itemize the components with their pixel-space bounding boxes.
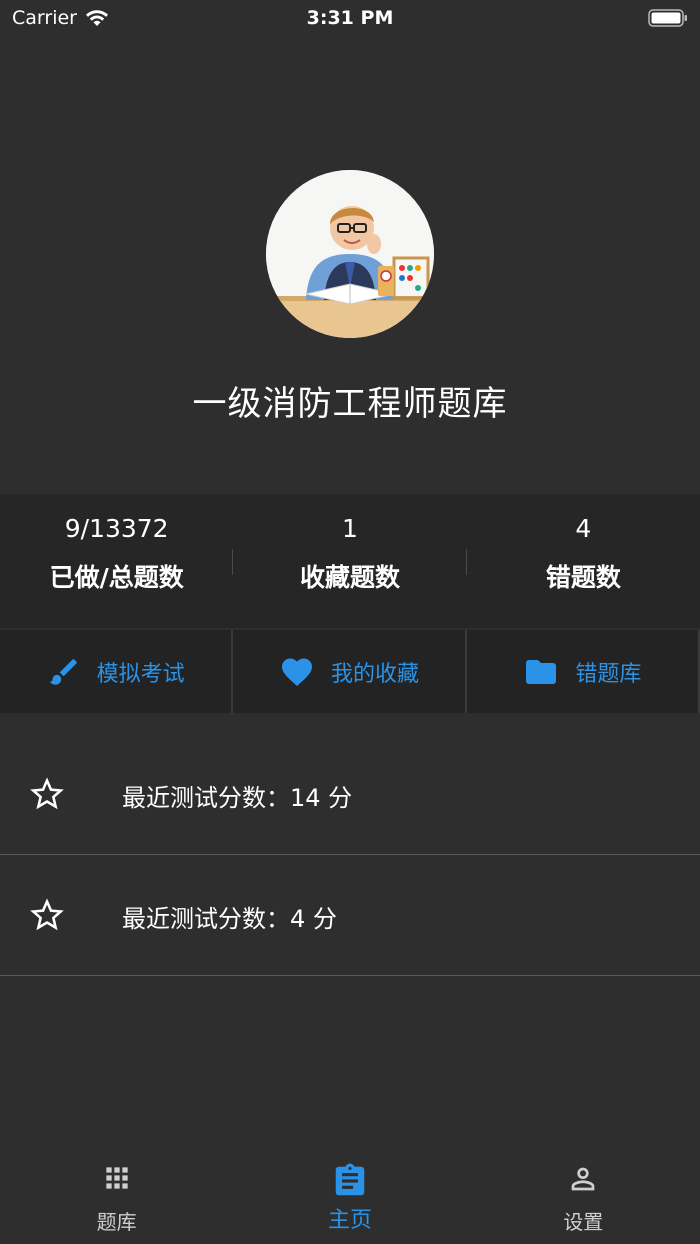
status-bar: Carrier 3:31 PM [0,0,700,40]
app-title: 一级消防工程师题库 [192,384,508,424]
recent-scores-list: 最近测试分数：14 分 最近测试分数：4 分 [0,734,700,976]
stat-wrong[interactable]: 4 错题数 [467,494,700,628]
grid-icon [105,1167,128,1189]
score-text: 最近测试分数：4 分 [122,905,337,933]
list-item[interactable]: 最近测试分数：4 分 [0,855,700,976]
action-bar: 模拟考试 我的收藏 错题库 [0,630,700,713]
my-favorites-button[interactable]: 我的收藏 [233,630,467,713]
avatar [266,170,434,338]
clipboard-icon [335,1163,365,1196]
star-icon [30,898,64,931]
tab-bar: 题库 主页 设置 [0,1148,700,1244]
stat-total[interactable]: 9/13372 已做/总题数 [0,494,234,628]
tab-home[interactable]: 主页 [233,1148,466,1244]
score-text: 最近测试分数：14 分 [122,784,353,812]
stat-value: 4 [575,514,592,543]
battery-icon [648,9,687,27]
my-favorites-label: 我的收藏 [330,661,419,687]
tab-label: 设置 [563,1210,604,1234]
wrong-questions-label: 错题库 [575,661,642,687]
stat-label: 错题数 [545,563,621,592]
list-item[interactable]: 最近测试分数：14 分 [0,734,700,855]
stat-favorites[interactable]: 1 收藏题数 [233,494,467,628]
stats-panel: 9/13372 已做/总题数 1 收藏题数 4 错题数 [0,494,700,628]
tab-settings[interactable]: 设置 [467,1148,700,1244]
stat-value: 9/13372 [64,514,169,543]
home-screen: Carrier 3:31 PM 一级消防工程师题库 9/13372 已做/总题数… [0,0,700,1244]
tab-question-bank[interactable]: 题库 [0,1148,233,1244]
tab-label: 题库 [96,1210,137,1234]
folder-icon [526,659,557,684]
brush-icon [49,658,77,685]
status-time: 3:31 PM [306,7,394,29]
heart-icon [281,658,312,686]
stat-label: 收藏题数 [299,563,400,592]
person-icon [571,1167,595,1191]
mock-exam-button[interactable]: 模拟考试 [0,630,234,713]
mock-exam-label: 模拟考试 [96,661,185,687]
tab-label: 主页 [327,1208,372,1233]
wrong-questions-button[interactable]: 错题库 [467,630,700,713]
star-icon [30,777,64,810]
stat-value: 1 [342,514,358,543]
student-illustration [266,170,434,338]
stat-label: 已做/总题数 [49,563,184,592]
